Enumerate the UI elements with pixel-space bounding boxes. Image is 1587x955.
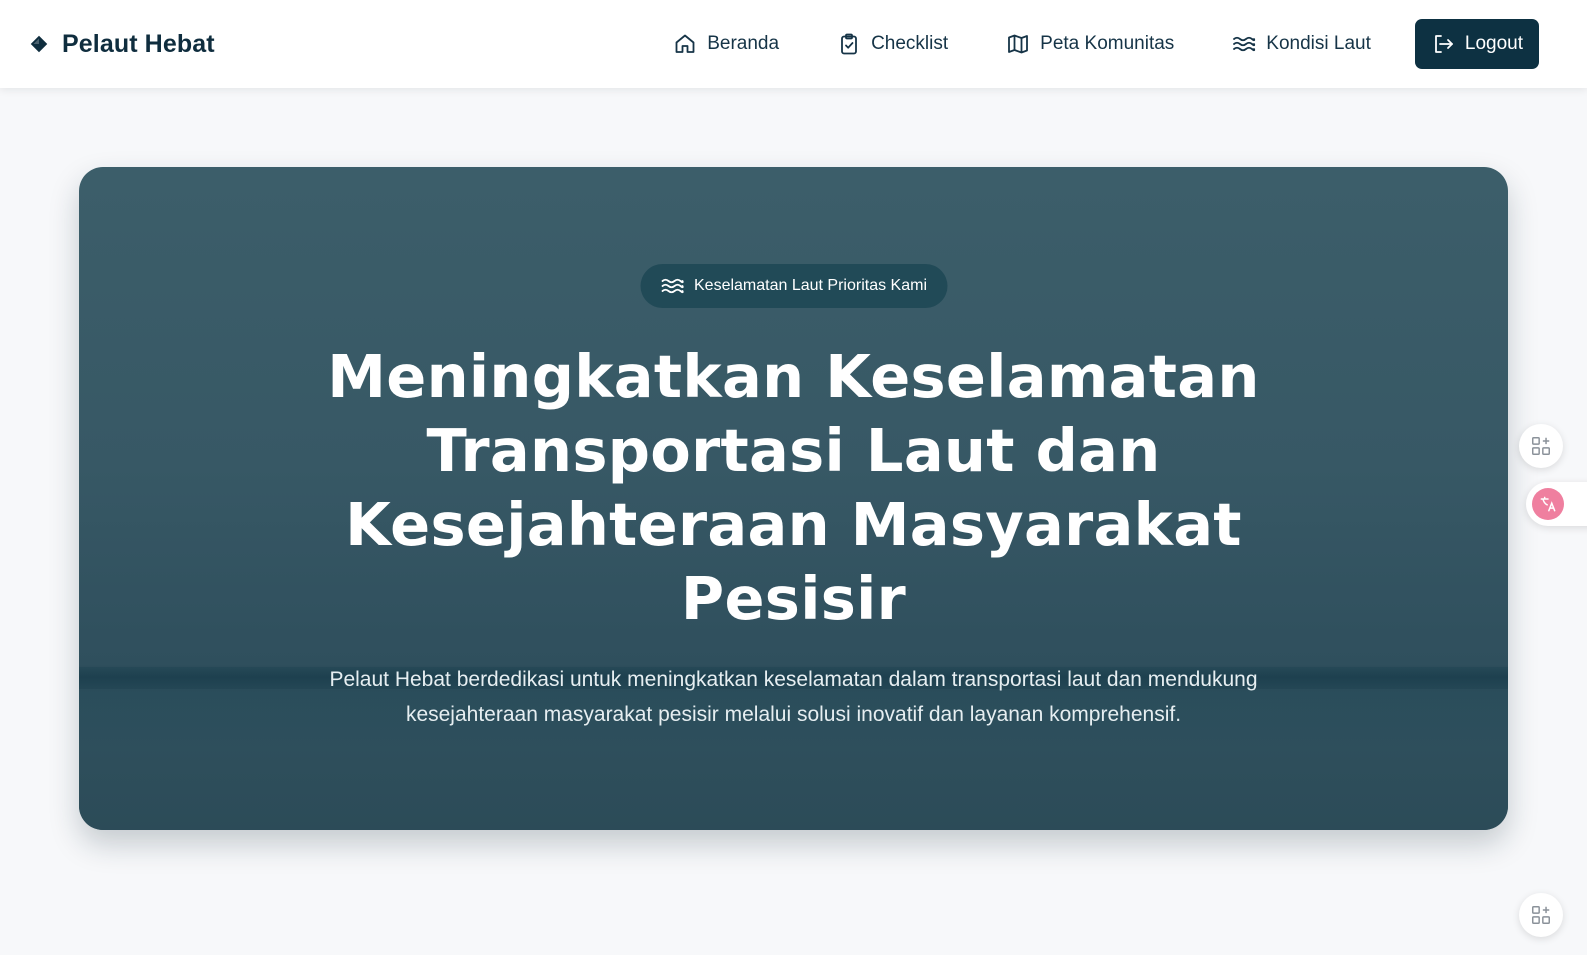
logout-label: Logout bbox=[1464, 33, 1523, 54]
nav-label-kondisi-laut: Kondisi Laut bbox=[1266, 33, 1371, 54]
nav-label-peta-komunitas: Peta Komunitas bbox=[1040, 33, 1175, 54]
diamond-logo-icon bbox=[30, 35, 48, 53]
translate-icon bbox=[1532, 488, 1564, 520]
nav-item-checklist[interactable]: Checklist bbox=[837, 32, 948, 56]
home-icon bbox=[675, 34, 695, 53]
nav-item-beranda[interactable]: Beranda bbox=[673, 32, 779, 56]
apps-add-icon bbox=[1532, 437, 1550, 455]
map-icon bbox=[1008, 34, 1029, 54]
hero-title: Meningkatkan Keselamatan Transportasi La… bbox=[327, 342, 1260, 633]
brand[interactable]: Pelaut Hebat bbox=[28, 28, 215, 60]
nav-label-checklist: Checklist bbox=[871, 33, 949, 54]
nav-item-kondisi-laut[interactable]: Kondisi Laut bbox=[1232, 32, 1371, 56]
clipboard-check-icon bbox=[841, 33, 857, 55]
hero-banner: Keselamatan Laut Prioritas Kami Meningka… bbox=[79, 167, 1508, 830]
hero-badge: Keselamatan Laut Prioritas Kami bbox=[640, 264, 947, 308]
hero-description: Pelaut Hebat berdedikasi untuk meningkat… bbox=[329, 668, 1258, 726]
nav-item-peta-komunitas[interactable]: Peta Komunitas bbox=[1006, 32, 1174, 56]
waves-icon bbox=[661, 278, 684, 294]
hero-badge-label: Keselamatan Laut Prioritas Kami bbox=[694, 277, 927, 294]
apps-add-icon bbox=[1532, 906, 1550, 924]
translate-widget-button[interactable] bbox=[1526, 482, 1587, 526]
apps-add-widget-button[interactable] bbox=[1519, 424, 1563, 468]
brand-name: Pelaut Hebat bbox=[62, 29, 215, 58]
top-navbar: Pelaut Hebat Beranda Checklist Peta Komu… bbox=[0, 0, 1587, 88]
nav-label-beranda: Beranda bbox=[707, 33, 780, 54]
logout-icon bbox=[1434, 35, 1453, 53]
waves-icon bbox=[1233, 36, 1256, 52]
main-nav: Beranda Checklist Peta Komunitas Kondisi… bbox=[673, 19, 1539, 69]
apps-add-widget-button-bottom[interactable] bbox=[1519, 893, 1563, 937]
logout-button[interactable]: Logout bbox=[1414, 19, 1539, 69]
